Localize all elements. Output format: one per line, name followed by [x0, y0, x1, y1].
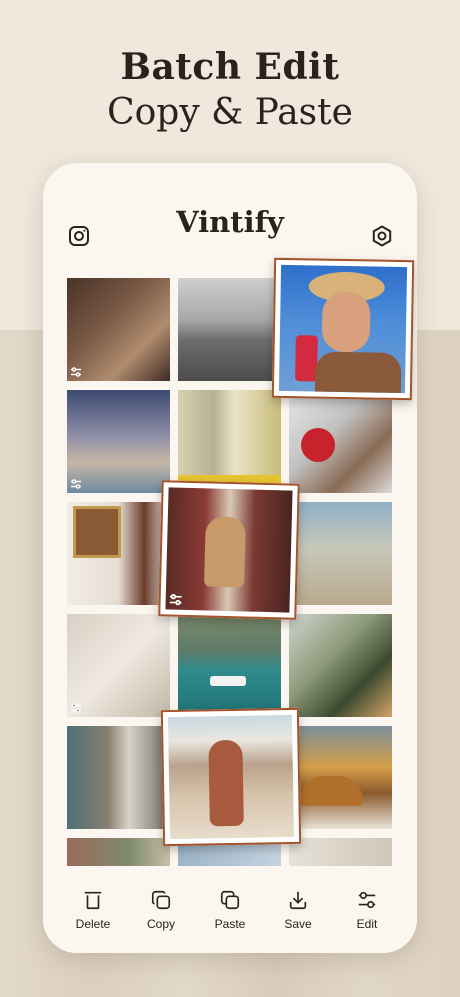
- photo-thumbnail[interactable]: [67, 614, 170, 717]
- edited-badge-icon: [71, 479, 81, 489]
- copy-label: Copy: [146, 917, 175, 931]
- edited-badge-icon: [71, 367, 81, 377]
- headline-line-1: Batch Edit: [120, 46, 340, 88]
- photo-thumbnail[interactable]: [289, 838, 392, 866]
- selected-photo-paste-target[interactable]: [160, 707, 302, 847]
- shoulders: [314, 351, 402, 394]
- photo-thumbnail[interactable]: [289, 390, 392, 493]
- person-figure: [208, 739, 244, 827]
- photo-thumbnail[interactable]: [178, 278, 281, 381]
- photo-thumbnail[interactable]: [289, 502, 392, 605]
- copy-button[interactable]: Copy: [131, 889, 191, 931]
- sliders-icon: [358, 891, 376, 909]
- edit-button[interactable]: Edit: [337, 889, 397, 931]
- photo-thumbnail[interactable]: [67, 278, 170, 381]
- photo-thumbnail[interactable]: [178, 390, 281, 493]
- drink-glass: [301, 428, 335, 462]
- copy-icon: [151, 890, 171, 910]
- person-figure: [204, 516, 246, 588]
- photo-thumbnail[interactable]: [289, 726, 392, 829]
- photo-thumbnail[interactable]: [67, 838, 170, 866]
- photo-thumbnail[interactable]: [67, 726, 170, 829]
- settings-icon[interactable]: [370, 224, 394, 248]
- edit-label: Edit: [356, 917, 378, 931]
- selected-photo-featured[interactable]: [271, 257, 415, 401]
- photo-thumbnail[interactable]: [178, 614, 281, 717]
- delete-label: Delete: [75, 917, 111, 931]
- painting-frame: [73, 506, 121, 558]
- selected-photo-copy-source[interactable]: [158, 480, 300, 620]
- paste-button[interactable]: Paste: [200, 889, 260, 931]
- save-label: Save: [284, 917, 312, 931]
- photo-thumbnail[interactable]: [67, 390, 170, 493]
- edited-badge-icon: [169, 593, 182, 606]
- app-screen: Vintify Delete Copy Paste Save Edit: [43, 163, 417, 953]
- trash-icon: [84, 891, 102, 910]
- bottom-toolbar: Delete Copy Paste Save Edit: [43, 881, 417, 953]
- download-icon: [289, 891, 307, 910]
- save-button[interactable]: Save: [268, 889, 328, 931]
- paste-label: Paste: [214, 917, 246, 931]
- photo-thumbnail[interactable]: [289, 614, 392, 717]
- promo-headline: Batch Edit Copy & Paste: [0, 46, 460, 133]
- burger: [299, 776, 363, 806]
- photo-thumbnail[interactable]: [67, 502, 170, 605]
- paste-icon: [220, 890, 240, 910]
- headline-line-2: Copy & Paste: [107, 92, 353, 133]
- face: [321, 291, 371, 353]
- delete-button[interactable]: Delete: [63, 889, 123, 931]
- app-title: Vintify: [176, 205, 284, 239]
- boat: [210, 676, 246, 686]
- edited-badge-icon: [71, 703, 81, 713]
